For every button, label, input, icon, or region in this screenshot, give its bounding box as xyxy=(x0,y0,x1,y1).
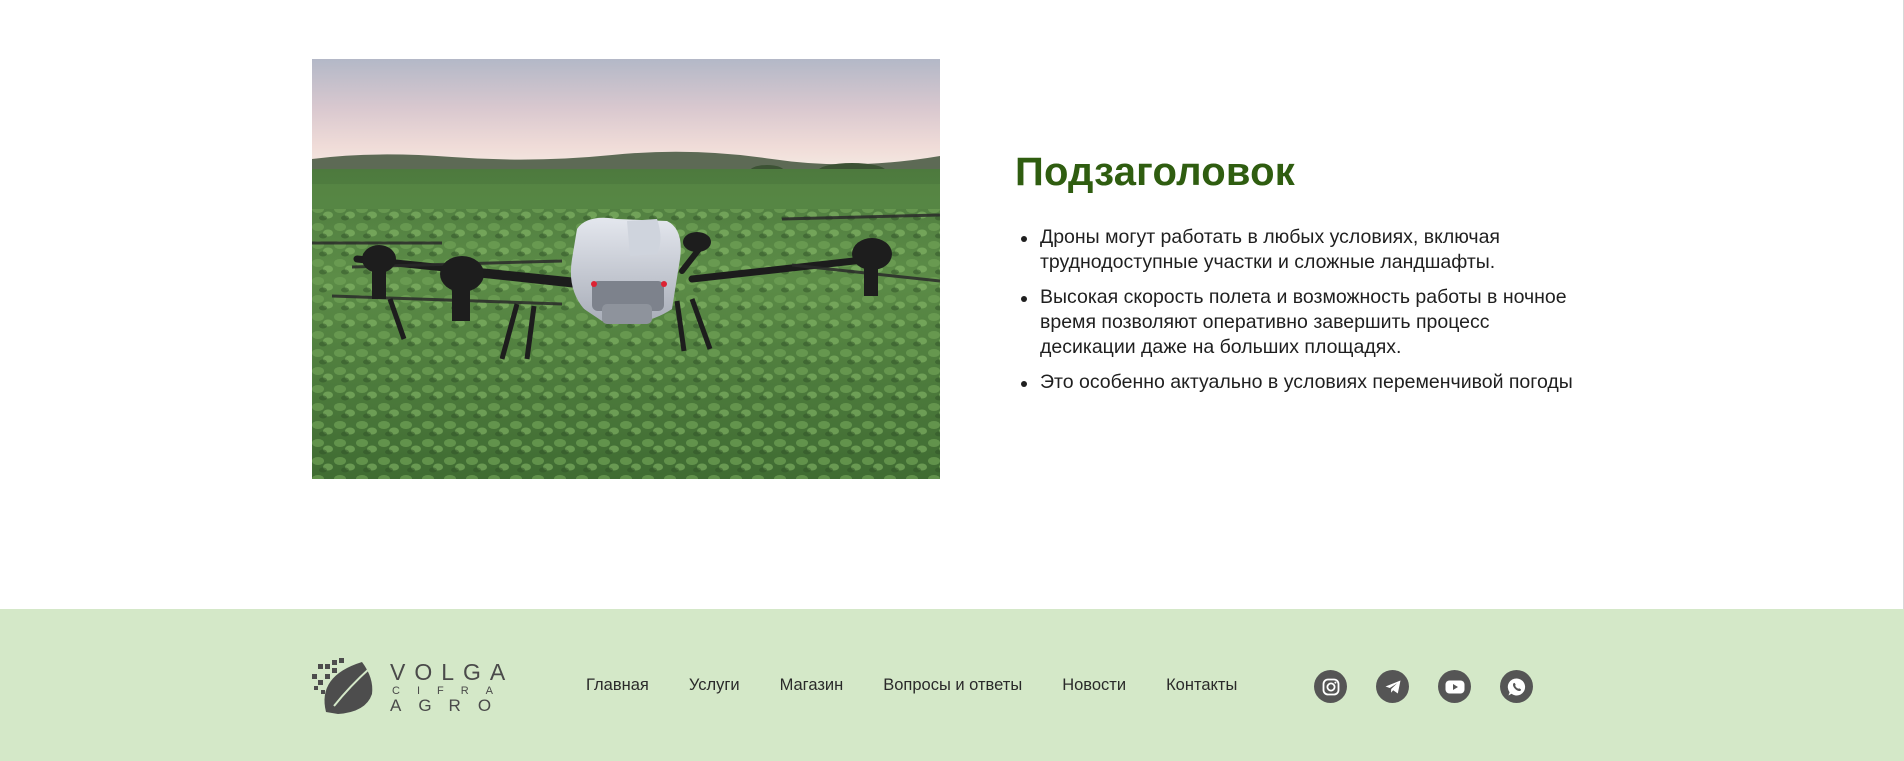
list-item: Высокая скорость полета и возможность ра… xyxy=(1015,285,1575,360)
subheading: Подзаголовок xyxy=(1015,150,1295,194)
nav-link-faq[interactable]: Вопросы и ответы xyxy=(883,675,1022,695)
social-links xyxy=(1314,670,1533,703)
footer-nav: Главная Услуги Магазин Вопросы и ответы … xyxy=(586,675,1237,695)
bullet-dot xyxy=(1021,381,1027,387)
nav-link-home[interactable]: Главная xyxy=(586,675,649,695)
youtube-icon[interactable] xyxy=(1438,670,1471,703)
feature-list: Дроны могут работать в любых условиях, в… xyxy=(1015,225,1575,395)
nav-link-shop[interactable]: Магазин xyxy=(780,675,844,695)
nav-link-contacts[interactable]: Контакты xyxy=(1166,675,1237,695)
bullet-dot xyxy=(1021,236,1027,242)
list-item-text: Высокая скорость полета и возможность ра… xyxy=(1040,286,1567,358)
list-item: Это особенно актуально в условиях переме… xyxy=(1015,370,1575,395)
logo-text-agro: AGRO xyxy=(390,696,509,715)
logo-wordmark: VOLGA CIFRA AGRO xyxy=(390,656,516,716)
telegram-icon[interactable] xyxy=(1376,670,1409,703)
bullet-dot xyxy=(1021,296,1027,302)
nav-link-services[interactable]: Услуги xyxy=(689,675,740,695)
content-section: Подзаголовок Дроны могут работать в любы… xyxy=(312,59,1602,479)
leaf-logo-icon xyxy=(312,656,388,716)
nav-link-news[interactable]: Новости xyxy=(1062,675,1126,695)
page: Подзаголовок Дроны могут работать в любы… xyxy=(0,0,1904,761)
logo[interactable]: VOLGA CIFRA AGRO xyxy=(312,656,516,716)
drone-photo xyxy=(312,59,940,479)
list-item-text: Дроны могут работать в любых условиях, в… xyxy=(1040,226,1500,273)
text-column: Подзаголовок Дроны могут работать в любы… xyxy=(1015,149,1575,405)
footer: VOLGA CIFRA AGRO Главная Услуги Магазин … xyxy=(0,609,1904,761)
logo-text-volga: VOLGA xyxy=(390,659,515,685)
list-item-text: Это особенно актуально в условиях переме… xyxy=(1040,371,1573,393)
list-item: Дроны могут работать в любых условиях, в… xyxy=(1015,225,1575,275)
whatsapp-icon[interactable] xyxy=(1500,670,1533,703)
instagram-icon[interactable] xyxy=(1314,670,1347,703)
